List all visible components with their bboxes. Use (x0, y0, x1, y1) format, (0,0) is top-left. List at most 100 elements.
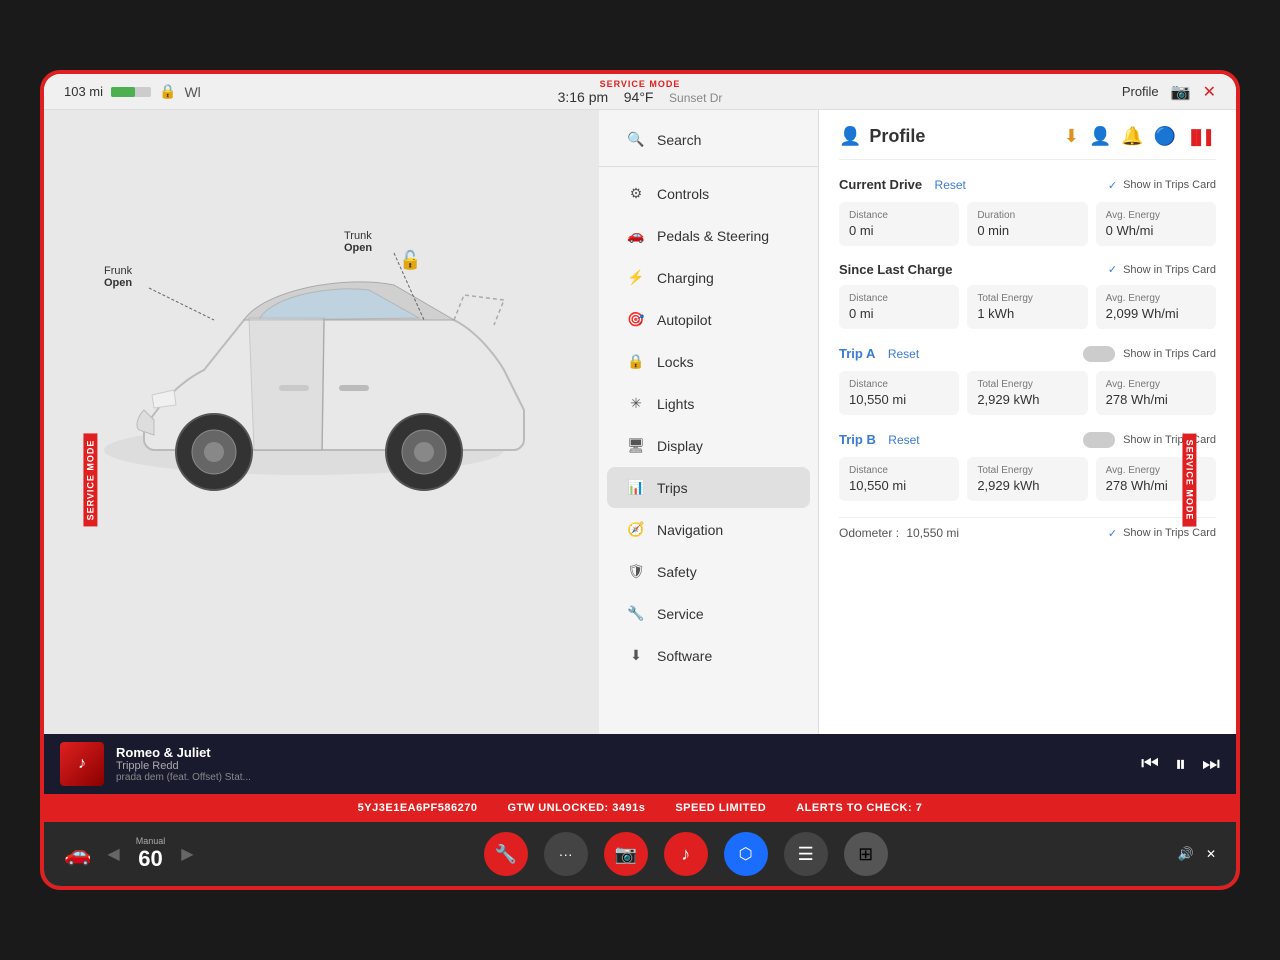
menu-item-pedals[interactable]: 🚗 Pedals & Steering (607, 215, 810, 256)
taskbar-speed: Manual 60 (136, 836, 166, 872)
menu-label-search: Search (657, 132, 701, 148)
taskbar-btn-list[interactable]: ☰ (784, 832, 828, 876)
autopilot-icon: 🎯 (627, 311, 645, 328)
current-drive-data: Distance 0 mi Duration 0 min Avg. Energy… (839, 202, 1216, 246)
taskbar-btn-more[interactable]: ··· (544, 832, 588, 876)
current-drive-reset[interactable]: Reset (935, 178, 966, 192)
trip-b-toggle[interactable] (1083, 432, 1115, 448)
trip-b-energy-value: 2,929 kWh (977, 478, 1077, 493)
safety-icon: 🛡 (627, 563, 645, 580)
music-bar: ♪ Romeo & Juliet Tripple Redd prada dem … (44, 734, 1236, 794)
current-drive-energy-cell: Avg. Energy 0 Wh/mi (1096, 202, 1216, 246)
menu-item-safety[interactable]: 🛡 Safety (607, 551, 810, 592)
current-drive-title: Current Drive (839, 177, 922, 192)
trip-a-toggle[interactable] (1083, 346, 1115, 362)
charging-menu-icon: ⚡ (627, 269, 645, 286)
current-drive-energy-label: Avg. Energy (1106, 210, 1206, 221)
current-drive-distance-value: 0 mi (849, 223, 949, 238)
since-charge-check: ✓ (1108, 263, 1117, 276)
trip-b-reset[interactable]: Reset (888, 433, 919, 447)
next-track-button[interactable]: ⏭ (1202, 753, 1220, 776)
trip-b-energy-label: Total Energy (977, 465, 1077, 476)
play-pause-button[interactable]: ⏸ (1175, 751, 1186, 777)
menu-label-charging: Charging (657, 270, 714, 286)
trip-a-title: Trip A (839, 346, 875, 361)
taskbar-btn-wrench[interactable]: 🔧 (484, 832, 528, 876)
lights-icon: ✳ (627, 395, 645, 412)
range-display: 103 mi (64, 84, 103, 99)
menu-item-controls[interactable]: ⚙ Controls (607, 173, 810, 214)
taskbar-btn-apps[interactable]: ⊞ (844, 832, 888, 876)
trip-a-show-label: Show in Trips Card (1123, 348, 1216, 360)
trip-a-reset[interactable]: Reset (888, 347, 919, 361)
menu-item-trips[interactable]: 📊 Trips (607, 467, 810, 508)
menu-item-charging[interactable]: ⚡ Charging (607, 257, 810, 298)
menu-item-autopilot[interactable]: 🎯 Autopilot (607, 299, 810, 340)
taskbar-car-icon: 🚗 (64, 841, 91, 867)
profile-title-text: Profile (869, 126, 925, 147)
bell-icon: 🔔 (1121, 126, 1143, 147)
taskbar-btn-camera[interactable]: 📷 (604, 832, 648, 876)
menu-item-locks[interactable]: 🔒 Locks (607, 341, 810, 382)
trip-b-data: Distance 10,550 mi Total Energy 2,929 kW… (839, 457, 1216, 501)
profile-panel: 👤 Profile ⬇ 👤 🔔 🔵 ▐▌▌ Cur (819, 110, 1236, 734)
vin-display: 5YJ3E1EA6PF586270 (358, 802, 478, 814)
since-charge-data: Distance 0 mi Total Energy 1 kWh Avg. En… (839, 285, 1216, 329)
current-drive-section: Current Drive Reset ✓ Show in Trips Card… (839, 176, 1216, 246)
menu-item-display[interactable]: 🖥 Display (607, 425, 810, 466)
trip-a-distance-cell: Distance 10,550 mi (839, 371, 959, 415)
trip-a-data: Distance 10,550 mi Total Energy 2,929 kW… (839, 371, 1216, 415)
trip-b-show-label: Show in Trips Card (1123, 434, 1216, 446)
current-drive-distance-label: Distance (849, 210, 949, 221)
temp-display: 94°F (624, 89, 654, 105)
status-bar: 103 mi 🔒 Wl SERVICE MODE 3:16 pm 94°F Su… (44, 74, 1236, 110)
trip-a-avg-label: Avg. Energy (1106, 379, 1206, 390)
current-drive-check: ✓ (1108, 179, 1117, 192)
menu-label-lights: Lights (657, 396, 694, 412)
current-drive-duration-label: Duration (977, 210, 1077, 221)
volume-icon[interactable]: 🔊 (1178, 846, 1194, 862)
since-charge-distance-cell: Distance 0 mi (839, 285, 959, 329)
speed-limited: SPEED LIMITED (675, 802, 766, 814)
music-title: Romeo & Juliet (116, 745, 1129, 760)
volume-close[interactable]: ✕ (1206, 847, 1216, 861)
camera-icon: 📷 (1171, 82, 1191, 102)
music-controls[interactable]: ⏮ ⏸ ⏭ (1141, 751, 1220, 777)
menu-item-navigation[interactable]: 🧭 Navigation (607, 509, 810, 550)
odometer-show-label: Show in Trips Card (1123, 527, 1216, 539)
service-info-bar: 5YJ3E1EA6PF586270 GTW UNLOCKED: 3491s SP… (44, 794, 1236, 822)
prev-track-button[interactable]: ⏮ (1141, 753, 1159, 776)
profile-label[interactable]: Profile (1122, 84, 1159, 99)
menu-item-software[interactable]: ⬇ Software (607, 635, 810, 676)
menu-label-autopilot: Autopilot (657, 312, 711, 328)
menu-label-software: Software (657, 648, 712, 664)
since-charge-show-label: Show in Trips Card (1123, 264, 1216, 276)
taskbar-btn-bluetooth[interactable]: ⬡ (724, 832, 768, 876)
since-charge-energy-label: Total Energy (977, 293, 1077, 304)
taskbar-btn-music[interactable]: ♪ (664, 832, 708, 876)
trip-a-avg-cell: Avg. Energy 278 Wh/mi (1096, 371, 1216, 415)
menu-label-trips: Trips (657, 480, 688, 496)
menu-label-display: Display (657, 438, 703, 454)
trip-a-distance-label: Distance (849, 379, 949, 390)
wifi-icon: Wl (184, 84, 200, 100)
time-temp: 3:16 pm 94°F Sunset Dr (558, 89, 723, 105)
current-drive-show-label: Show in Trips Card (1123, 179, 1216, 191)
menu-label-safety: Safety (657, 564, 697, 580)
since-charge-distance-label: Distance (849, 293, 949, 304)
menu-item-lights[interactable]: ✳ Lights (607, 383, 810, 424)
lock-icon: 🔒 (159, 83, 176, 100)
menu-item-service[interactable]: 🔧 Service (607, 593, 810, 634)
close-icon[interactable]: ✕ (1203, 82, 1216, 102)
music-artist: Tripple Redd (116, 760, 1129, 772)
taskbar: 🚗 ◀ Manual 60 ▶ 🔧 ··· 📷 ♪ ⬡ ☰ ⊞ 🔊 ✕ (44, 822, 1236, 886)
bluetooth-icon: 🔵 (1154, 126, 1176, 147)
profile-person-icon: 👤 (839, 126, 861, 147)
odometer-label: Odometer : (839, 526, 899, 540)
menu-label-service: Service (657, 606, 704, 622)
driver-icon: 👤 (1089, 126, 1111, 147)
trip-a-energy-cell: Total Energy 2,929 kWh (967, 371, 1087, 415)
menu-item-search[interactable]: 🔍 Search (607, 119, 810, 160)
trip-a-section: Trip A Reset Show in Trips Card Distance… (839, 345, 1216, 415)
display-icon: 🖥 (627, 437, 645, 454)
